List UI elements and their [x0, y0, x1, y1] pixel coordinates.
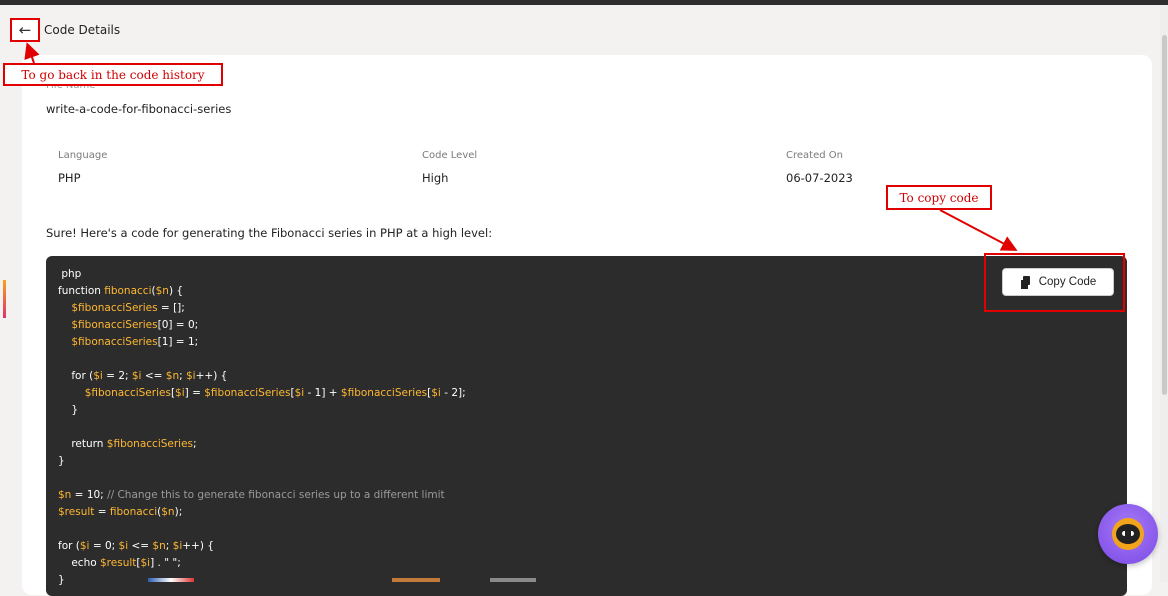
- code-level-label: Code Level: [422, 150, 478, 161]
- language-label: Language: [58, 150, 108, 161]
- page-header: ← Code Details: [10, 18, 120, 42]
- code-line: }: [58, 404, 79, 416]
- language-value: PHP: [58, 171, 81, 185]
- bottom-thumbnail: [490, 578, 536, 582]
- code-line: php: [58, 268, 82, 280]
- code-line: echo $result[$i] . " ";: [58, 557, 181, 569]
- back-annotation-callout: To go back in the code history: [3, 63, 223, 86]
- scrollbar-thumb[interactable]: [1162, 35, 1167, 395]
- copy-button-highlight: [984, 253, 1125, 312]
- copy-annotation-callout: To copy code: [886, 185, 992, 210]
- bottom-thumbnail: [392, 578, 440, 582]
- assistant-chat-button[interactable]: [1098, 504, 1158, 564]
- bottom-thumbnail: [148, 578, 194, 582]
- code-level-value: High: [422, 171, 449, 185]
- code-line: $fibonacciSeries[$i] = $fibonacciSeries[…: [84, 387, 466, 399]
- code-line: for ($i = 2; $i <= $n; $i++) {: [58, 370, 228, 382]
- file-name-value: write-a-code-for-fibonacci-series: [46, 102, 232, 116]
- code-intro-text: Sure! Here's a code for generating the F…: [46, 226, 493, 240]
- code-line: }: [58, 455, 65, 467]
- created-on-value: 06-07-2023: [786, 171, 853, 185]
- created-on-label: Created On: [786, 150, 843, 161]
- code-line: $n = 10; // Change this to generate fibo…: [58, 489, 445, 501]
- code-line: $fibonacciSeries = [];: [71, 302, 185, 314]
- back-button[interactable]: ←: [10, 18, 40, 42]
- arrow-left-icon: ←: [18, 21, 32, 39]
- sidebar-accent: [3, 280, 6, 318]
- page-title: Code Details: [44, 23, 121, 37]
- code-line: for ($i = 0; $i <= $n; $i++) {: [58, 540, 214, 552]
- code-line: function fibonacci($n) {: [58, 285, 184, 297]
- assistant-avatar-icon: [1112, 518, 1144, 550]
- window-top-bar: [0, 0, 1168, 5]
- code-line: $fibonacciSeries[0] = 0;: [71, 319, 199, 331]
- code-line: $result = fibonacci($n);: [58, 506, 183, 518]
- code-line: $fibonacciSeries[1] = 1;: [71, 336, 199, 348]
- code-content: php function fibonacci($n) { $fibonacciSe…: [58, 266, 466, 589]
- page-scrollbar[interactable]: [1160, 5, 1168, 582]
- code-line: return $fibonacciSeries;: [58, 438, 197, 450]
